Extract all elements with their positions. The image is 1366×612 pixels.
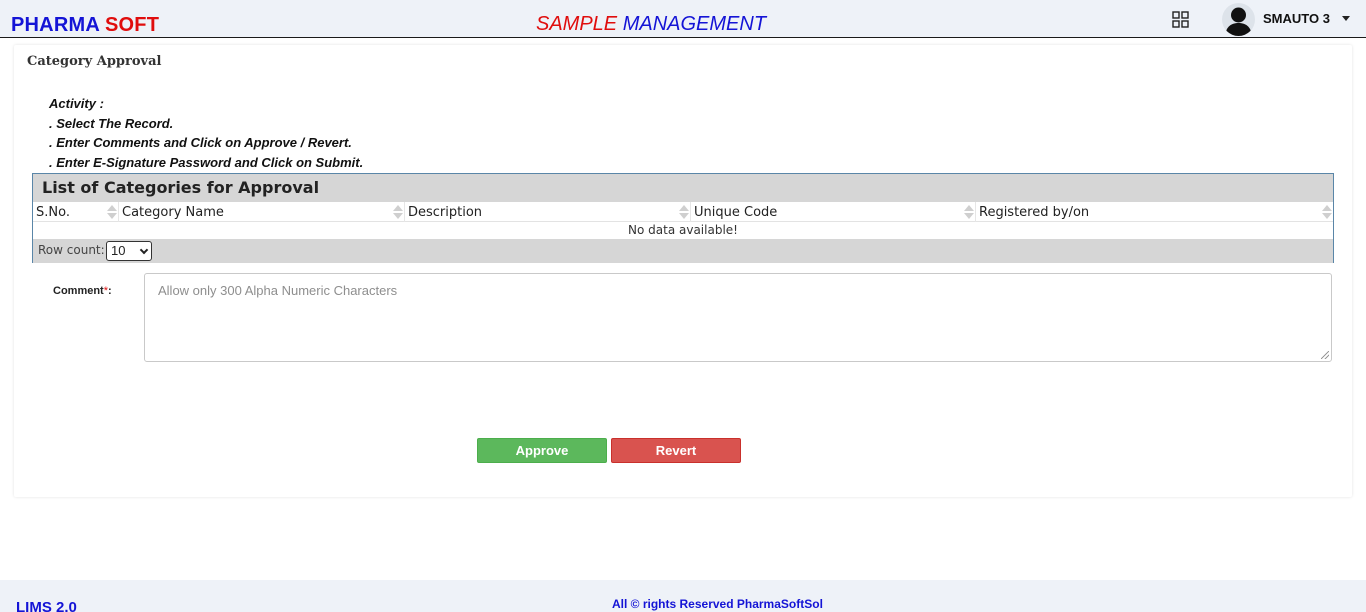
column-header-description[interactable]: Description — [405, 202, 691, 222]
column-header-label: S.No. — [36, 205, 70, 220]
app-title: SAMPLE MANAGEMENT — [536, 13, 766, 36]
grid-footer: Row count: 10 — [33, 239, 1333, 263]
comment-placeholder: Allow only 300 Alpha Numeric Characters — [158, 283, 398, 298]
comment-textarea[interactable]: Allow only 300 Alpha Numeric Characters — [144, 273, 1332, 362]
comment-label-colon: : — [108, 285, 112, 297]
copyright-text: All © rights Reserved PharmaSoftSol — [612, 597, 823, 611]
activity-step: . Select The Record. — [49, 115, 174, 131]
top-header: PHARMA SOFT SAMPLE MANAGEMENT SMAUTO 3 — [0, 0, 1366, 38]
column-header-unique-code[interactable]: Unique Code — [691, 202, 976, 222]
activity-instructions: Activity : . Select The Record. . Enter … — [49, 94, 363, 172]
chevron-down-icon[interactable] — [1342, 16, 1350, 21]
activity-step: . Enter Comments and Click on Approve / … — [49, 135, 352, 150]
column-header-label: Description — [408, 205, 483, 220]
brand-part-soft: SOFT — [105, 14, 160, 36]
page-title: Category Approval — [27, 54, 162, 69]
column-header-category-name[interactable]: Category Name — [119, 202, 405, 222]
revert-button[interactable]: Revert — [611, 438, 741, 463]
sort-icon — [392, 204, 403, 220]
user-avatar[interactable] — [1222, 3, 1255, 36]
version-label: LIMS 2.0 — [16, 599, 77, 612]
row-count-label: Row count: — [38, 243, 105, 257]
activity-step: . Enter E-Signature Password and Click o… — [49, 154, 364, 170]
grid-header-row: S.No. Category Name Description Unique C… — [33, 202, 1333, 222]
column-header-registered-by[interactable]: Registered by/on — [976, 202, 1333, 222]
column-header-sno[interactable]: S.No. — [33, 202, 119, 222]
column-header-label: Unique Code — [694, 205, 778, 220]
activity-heading: Activity : — [49, 96, 104, 111]
brand-part-pharma: PHARMA — [11, 14, 100, 36]
page-footer: LIMS 2.0 All © rights Reserved PharmaSof… — [0, 580, 1366, 612]
resize-handle-icon[interactable] — [1321, 351, 1329, 359]
user-name[interactable]: SMAUTO 3 — [1263, 11, 1330, 26]
sort-icon — [1321, 204, 1332, 220]
approve-button[interactable]: Approve — [477, 438, 607, 463]
chevron-down-icon — [139, 245, 149, 255]
comment-label-text: Comment — [53, 285, 104, 297]
grid-caption: List of Categories for Approval — [33, 174, 1333, 202]
column-header-label: Registered by/on — [979, 205, 1090, 220]
sort-icon — [678, 204, 689, 220]
sort-icon — [963, 204, 974, 220]
user-silhouette-icon — [1225, 7, 1252, 36]
app-title-sample: SAMPLE — [536, 13, 618, 35]
row-count-value: 10 — [111, 243, 126, 258]
empty-table-message: No data available! — [628, 223, 738, 237]
content-card: Category Approval Activity : . Select Th… — [14, 45, 1352, 497]
grid-icon[interactable] — [1172, 11, 1189, 28]
sort-icon — [106, 204, 117, 220]
comment-label: Comment*: — [53, 285, 112, 297]
brand-logo: PHARMA SOFT — [11, 14, 159, 37]
row-count-select[interactable]: 10 — [106, 241, 152, 261]
categories-grid: List of Categories for Approval S.No. Ca… — [32, 173, 1334, 263]
column-header-label: Category Name — [122, 205, 224, 220]
app-title-management: MANAGEMENT — [622, 13, 767, 35]
